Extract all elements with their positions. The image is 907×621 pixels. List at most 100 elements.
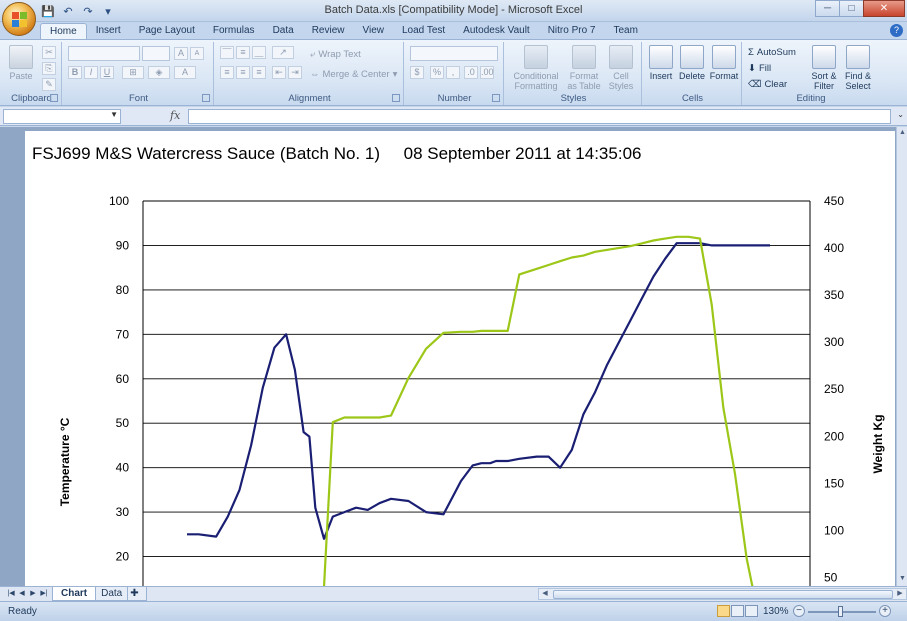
- alignment-launcher-icon[interactable]: [392, 94, 400, 102]
- format-cells-button[interactable]: Format: [708, 45, 740, 81]
- align-middle-icon[interactable]: ≡: [236, 46, 250, 59]
- horizontal-scroll-thumb[interactable]: [553, 590, 893, 599]
- align-left-icon[interactable]: ≡: [220, 66, 234, 79]
- cell-styles-button[interactable]: Cell Styles: [606, 45, 636, 91]
- font-size-input[interactable]: [142, 46, 170, 61]
- align-top-icon[interactable]: ⎺: [220, 46, 234, 59]
- orientation-icon[interactable]: ↗: [272, 46, 294, 59]
- zoom-slider-thumb[interactable]: [838, 606, 843, 617]
- decrease-decimal-icon[interactable]: .00: [480, 66, 494, 79]
- format-as-table-button[interactable]: Format as Table: [564, 45, 604, 91]
- next-sheet-icon[interactable]: ▶: [28, 588, 38, 600]
- zoom-out-icon[interactable]: −: [793, 605, 805, 617]
- paste-button[interactable]: Paste: [8, 45, 34, 81]
- autosum-button[interactable]: Σ AutoSum: [748, 45, 796, 60]
- bold-button[interactable]: B: [68, 66, 82, 79]
- vertical-scrollbar[interactable]: ▲ ▼: [896, 127, 907, 586]
- underline-button[interactable]: U: [100, 66, 114, 79]
- cell-styles-icon: [609, 45, 633, 69]
- horizontal-scrollbar[interactable]: ◀ ▶: [538, 588, 907, 600]
- zoom-in-icon[interactable]: +: [879, 605, 891, 617]
- tab-page-layout[interactable]: Page Layout: [130, 23, 204, 40]
- y2-tick-label: 150: [824, 476, 844, 490]
- scroll-right-icon[interactable]: ▶: [895, 589, 905, 599]
- scroll-left-icon[interactable]: ◀: [540, 589, 550, 599]
- name-box-dropdown-icon[interactable]: ▼: [110, 110, 118, 119]
- chart-svg: FSJ699 M&S Watercress Sauce (Batch No. 1…: [32, 144, 885, 588]
- clipboard-group: Paste ✂ ⎘ ✎ Clipboard: [2, 42, 62, 105]
- chart-sheet-area: FSJ699 M&S Watercress Sauce (Batch No. 1…: [0, 127, 907, 588]
- ribbon-tabs: Home Insert Page Layout Formulas Data Review V…: [40, 23, 647, 40]
- insert-cells-icon: [649, 45, 673, 69]
- tab-nitro-pro-7[interactable]: Nitro Pro 7: [539, 23, 605, 40]
- find-select-button[interactable]: Find & Select: [842, 45, 874, 91]
- fill-button[interactable]: ⬇ Fill: [748, 61, 771, 76]
- first-sheet-icon[interactable]: |◀: [6, 588, 16, 600]
- cut-icon[interactable]: ✂: [42, 46, 56, 59]
- page-break-view-icon[interactable]: [745, 605, 758, 617]
- align-right-icon[interactable]: ≡: [252, 66, 266, 79]
- close-button[interactable]: ✕: [863, 0, 905, 17]
- insert-sheet-button[interactable]: ✚: [127, 587, 148, 601]
- scroll-down-icon[interactable]: ▼: [898, 575, 907, 584]
- office-button[interactable]: [2, 2, 36, 36]
- increase-indent-icon[interactable]: ⇥: [288, 66, 302, 79]
- percent-button[interactable]: %: [430, 66, 444, 79]
- wrap-text-button[interactable]: ⤶ Wrap Text: [310, 47, 361, 62]
- clear-button[interactable]: ⌫ Clear: [748, 77, 787, 92]
- delete-cells-button[interactable]: Delete: [677, 45, 707, 81]
- sheet-tab-chart[interactable]: Chart: [52, 587, 97, 601]
- chart-area[interactable]: FSJ699 M&S Watercress Sauce (Batch No. 1…: [25, 131, 895, 588]
- font-color-button[interactable]: A: [174, 66, 196, 79]
- align-center-icon[interactable]: ≡: [236, 66, 250, 79]
- copy-icon[interactable]: ⎘: [42, 62, 56, 75]
- format-painter-icon[interactable]: ✎: [42, 78, 56, 91]
- grow-font-button[interactable]: A: [174, 47, 188, 60]
- fill-color-icon[interactable]: ◈: [148, 66, 170, 79]
- decrease-indent-icon[interactable]: ⇤: [272, 66, 286, 79]
- sort-filter-button[interactable]: Sort & Filter: [808, 45, 840, 91]
- font-launcher-icon[interactable]: [202, 94, 210, 102]
- name-box[interactable]: ▼: [3, 109, 121, 124]
- conditional-formatting-button[interactable]: Conditional Formatting: [510, 45, 562, 91]
- formula-input[interactable]: [188, 109, 891, 124]
- temperature-series-line[interactable]: [187, 242, 770, 540]
- shrink-font-button[interactable]: A: [190, 47, 204, 60]
- tab-autodesk-vault[interactable]: Autodesk Vault: [454, 23, 539, 40]
- currency-button[interactable]: $: [410, 66, 424, 79]
- insert-function-button[interactable]: fx: [170, 109, 180, 122]
- office-logo-icon: [12, 12, 27, 27]
- comma-button[interactable]: ,: [446, 66, 460, 79]
- number-format-select[interactable]: [410, 46, 498, 61]
- help-icon[interactable]: ?: [890, 24, 903, 37]
- tab-home[interactable]: Home: [40, 23, 87, 40]
- tab-insert[interactable]: Insert: [87, 23, 130, 40]
- tab-load-test[interactable]: Load Test: [393, 23, 454, 40]
- normal-view-icon[interactable]: [717, 605, 730, 617]
- tab-review[interactable]: Review: [303, 23, 354, 40]
- maximize-button[interactable]: □: [839, 0, 864, 17]
- tab-view[interactable]: View: [353, 23, 393, 40]
- zoom-level[interactable]: 130%: [763, 606, 789, 617]
- align-bottom-icon[interactable]: ⎽: [252, 46, 266, 59]
- tab-data[interactable]: Data: [264, 23, 303, 40]
- minimize-button[interactable]: ─: [815, 0, 840, 17]
- expand-formula-bar-icon[interactable]: ⌄: [897, 110, 904, 119]
- page-layout-view-icon[interactable]: [731, 605, 744, 617]
- prev-sheet-icon[interactable]: ◀: [17, 588, 27, 600]
- insert-cells-button[interactable]: Insert: [646, 45, 676, 81]
- font-name-input[interactable]: [68, 46, 140, 61]
- merge-center-button[interactable]: ⇔ Merge & Center ▾: [310, 67, 397, 82]
- tab-team[interactable]: Team: [605, 23, 647, 40]
- clipboard-launcher-icon[interactable]: [50, 94, 58, 102]
- borders-icon[interactable]: ⊞: [122, 66, 144, 79]
- status-bar: Ready 130% − +: [0, 601, 907, 621]
- scroll-up-icon[interactable]: ▲: [898, 129, 907, 138]
- increase-decimal-icon[interactable]: .0: [464, 66, 478, 79]
- last-sheet-icon[interactable]: ▶|: [39, 588, 49, 600]
- clear-icon: ⌫: [748, 79, 762, 90]
- number-launcher-icon[interactable]: [492, 94, 500, 102]
- sheet-tab-data[interactable]: Data: [92, 587, 132, 601]
- italic-button[interactable]: I: [84, 66, 98, 79]
- tab-formulas[interactable]: Formulas: [204, 23, 264, 40]
